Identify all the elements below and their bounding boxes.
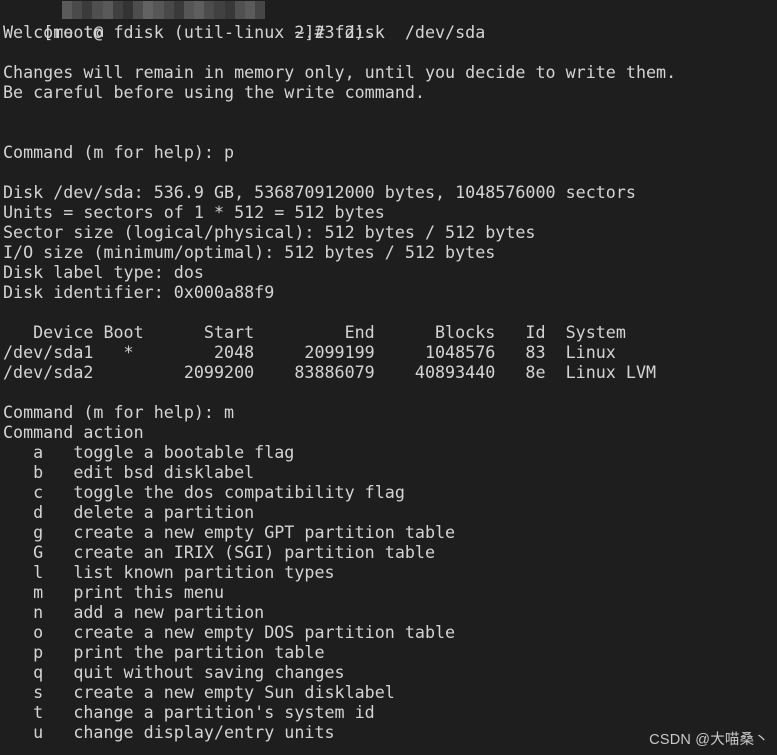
command-menu-item-G: G create an IRIX (SGI) partition table [3, 542, 436, 562]
redaction-block [254, 1, 266, 19]
redaction-block [224, 1, 235, 19]
terminal-line-warning-1: Changes will remain in memory only, unti… [3, 62, 677, 82]
command-menu-item-a: a toggle a bootable flag [3, 442, 295, 462]
redaction-block [163, 1, 174, 19]
command-menu-item-p: p print the partition table [3, 642, 325, 662]
command-menu-item-n: n add a new partition [3, 602, 265, 622]
partition-table-header: Device Boot Start End Blocks Id System [3, 322, 626, 342]
command-menu-item-b: b edit bsd disklabel [3, 462, 255, 482]
redaction-block [133, 1, 144, 19]
command-menu-item-c: c toggle the dos compatibility flag [3, 482, 405, 502]
redaction-block [82, 1, 93, 19]
partition-table-row: /dev/sda1 * 2048 2099199 1048576 83 Linu… [3, 342, 616, 362]
command-menu-item-t: t change a partition's system id [3, 702, 375, 722]
redaction-block [72, 1, 83, 19]
command-menu-item-o: o create a new empty DOS partition table [3, 622, 456, 642]
command-menu-item-d: d delete a partition [3, 502, 255, 522]
command-menu-item-g: g create a new empty GPT partition table [3, 522, 456, 542]
terminal-line-disk-size: Disk /dev/sda: 536.9 GB, 536870912000 by… [3, 182, 636, 202]
redaction-block [143, 1, 154, 19]
redaction-block [62, 1, 73, 19]
terminal-line-sector-size: Sector size (logical/physical): 512 byte… [3, 222, 536, 242]
partition-table-row: /dev/sda2 2099200 83886079 40893440 8e L… [3, 362, 657, 382]
terminal-line-command-print: Command (m for help): p [3, 142, 235, 162]
redaction-block [234, 1, 245, 19]
redaction-block [183, 1, 195, 19]
command-menu-item-m: m print this menu [3, 582, 225, 602]
redaction-block [214, 1, 225, 19]
terminal-line-welcome: Welcome to fdisk (util-linux 2.23.2). [3, 22, 375, 42]
redaction-block [102, 1, 113, 19]
hostname-redaction-mosaic [62, 1, 266, 19]
redaction-block [153, 1, 164, 19]
terminal-window[interactable]: [root@ ~]# fdisk /dev/sda Welcome to fdi… [0, 0, 777, 755]
terminal-line-io-size: I/O size (minimum/optimal): 512 bytes / … [3, 242, 496, 262]
command-menu-item-l: l list known partition types [3, 562, 335, 582]
redaction-block [194, 1, 205, 19]
redaction-block [112, 1, 123, 19]
command-menu-item-q: q quit without saving changes [3, 662, 345, 682]
terminal-line-prompt: [root@ ~]# fdisk /dev/sda [3, 1, 777, 42]
redaction-block [204, 1, 215, 19]
terminal-line-command-action-header: Command action [3, 422, 144, 442]
redaction-block [244, 1, 255, 19]
redaction-block [122, 1, 134, 19]
terminal-line-command-menu: Command (m for help): m [3, 402, 235, 422]
terminal-line-disk-identifier: Disk identifier: 0x000a88f9 [3, 282, 275, 302]
redaction-block [92, 1, 103, 19]
terminal-line-disk-label-type: Disk label type: dos [3, 262, 204, 282]
redaction-block [173, 1, 184, 19]
terminal-line-warning-2: Be careful before using the write comman… [3, 82, 425, 102]
command-menu-item-s: s create a new empty Sun disklabel [3, 682, 395, 702]
csdn-watermark: CSDN @大喵桑丶 [649, 732, 769, 748]
terminal-line-units: Units = sectors of 1 * 512 = 512 bytes [3, 202, 385, 222]
